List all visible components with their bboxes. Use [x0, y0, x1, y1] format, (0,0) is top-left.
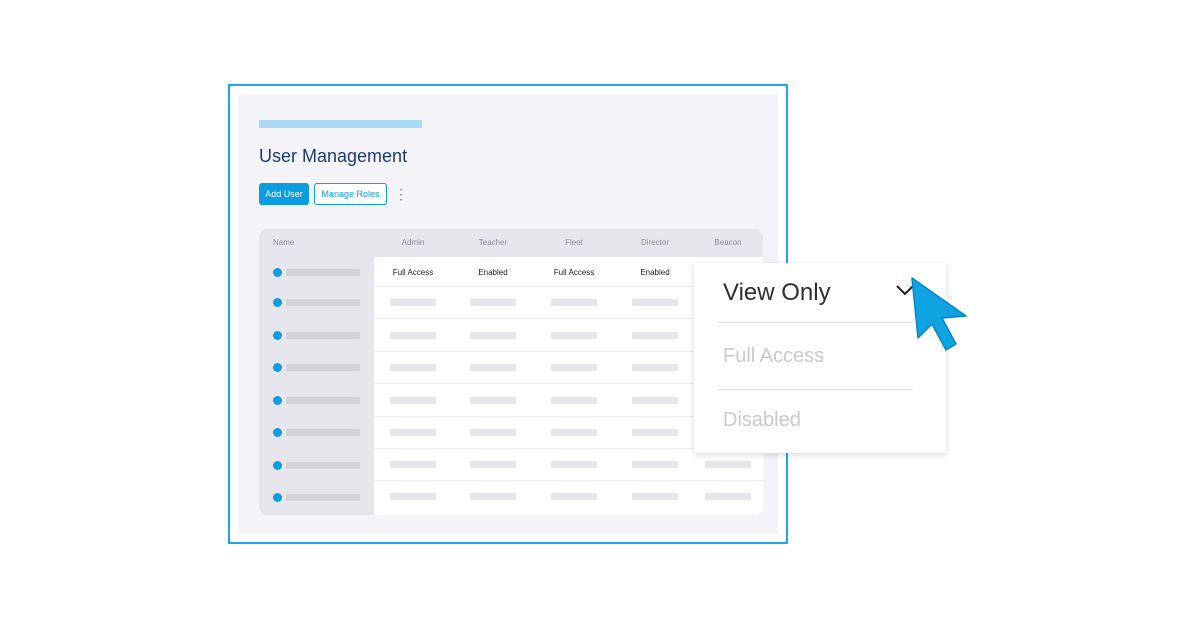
user-status-icon: [273, 331, 282, 340]
dropdown-option-full-access[interactable]: Full Access: [723, 345, 824, 368]
cell-placeholder: [632, 493, 678, 500]
dropdown-option-disabled[interactable]: Disabled: [723, 409, 801, 432]
user-status-icon: [273, 396, 282, 405]
mouse-pointer-icon: [911, 277, 967, 351]
column-header-admin[interactable]: Admin: [389, 238, 437, 247]
dropdown-selected-value[interactable]: View Only: [723, 279, 831, 307]
cell-placeholder: [390, 429, 436, 436]
cell-fleet[interactable]: Full Access: [544, 268, 604, 277]
cell-placeholder: [632, 332, 678, 339]
column-header-teacher[interactable]: Teacher: [469, 238, 517, 247]
row-divider: [374, 480, 763, 481]
cell-placeholder: [390, 493, 436, 500]
cell-placeholder: [470, 493, 516, 500]
cell-placeholder: [551, 299, 597, 306]
kebab-menu-icon[interactable]: ⋮: [394, 186, 408, 202]
cell-placeholder: [390, 397, 436, 404]
user-name-placeholder: [286, 299, 360, 306]
column-header-beacon[interactable]: Beacon: [704, 238, 752, 247]
cell-teacher[interactable]: Enabled: [463, 268, 523, 277]
column-header-fleet[interactable]: Fleet: [550, 238, 598, 247]
user-status-icon: [273, 461, 282, 470]
cell-placeholder: [705, 493, 751, 500]
dropdown-divider: [717, 389, 913, 390]
cell-placeholder: [470, 364, 516, 371]
cell-placeholder: [390, 299, 436, 306]
dropdown-divider: [717, 322, 913, 323]
add-user-button[interactable]: Add User: [259, 183, 309, 205]
header-accent-bar: [259, 120, 422, 128]
cell-placeholder: [551, 397, 597, 404]
cell-placeholder: [470, 429, 516, 436]
user-name-placeholder: [286, 462, 360, 469]
column-header-name[interactable]: Name: [273, 238, 294, 247]
cell-placeholder: [470, 397, 516, 404]
user-status-icon: [273, 493, 282, 502]
cell-placeholder: [632, 299, 678, 306]
user-table: Name Admin Teacher Fleet Director Beacon…: [259, 229, 763, 515]
user-status-icon: [273, 268, 282, 277]
manage-roles-button[interactable]: Manage Roles: [314, 183, 387, 205]
table-header: Name Admin Teacher Fleet Director Beacon: [259, 229, 763, 257]
user-name-placeholder: [286, 269, 360, 276]
cell-placeholder: [551, 429, 597, 436]
user-name-placeholder: [286, 429, 360, 436]
cell-placeholder: [551, 332, 597, 339]
cell-placeholder: [632, 364, 678, 371]
cell-placeholder: [551, 493, 597, 500]
cell-placeholder: [470, 332, 516, 339]
cell-placeholder: [632, 429, 678, 436]
cell-placeholder: [470, 299, 516, 306]
user-status-icon: [273, 363, 282, 372]
cell-placeholder: [551, 364, 597, 371]
cell-placeholder: [390, 364, 436, 371]
user-name-placeholder: [286, 364, 360, 371]
user-name-placeholder: [286, 397, 360, 404]
user-status-icon: [273, 298, 282, 307]
user-name-placeholder: [286, 494, 360, 501]
user-name-placeholder: [286, 332, 360, 339]
cell-placeholder: [632, 461, 678, 468]
user-status-icon: [273, 428, 282, 437]
cell-placeholder: [470, 461, 516, 468]
cell-director[interactable]: Enabled: [625, 268, 685, 277]
cell-admin[interactable]: Full Access: [383, 268, 443, 277]
cell-placeholder: [390, 461, 436, 468]
cell-placeholder: [551, 461, 597, 468]
cell-placeholder: [632, 397, 678, 404]
page-title: User Management: [259, 146, 408, 166]
cell-placeholder: [390, 332, 436, 339]
cell-placeholder: [705, 461, 751, 468]
column-header-director[interactable]: Director: [631, 238, 679, 247]
